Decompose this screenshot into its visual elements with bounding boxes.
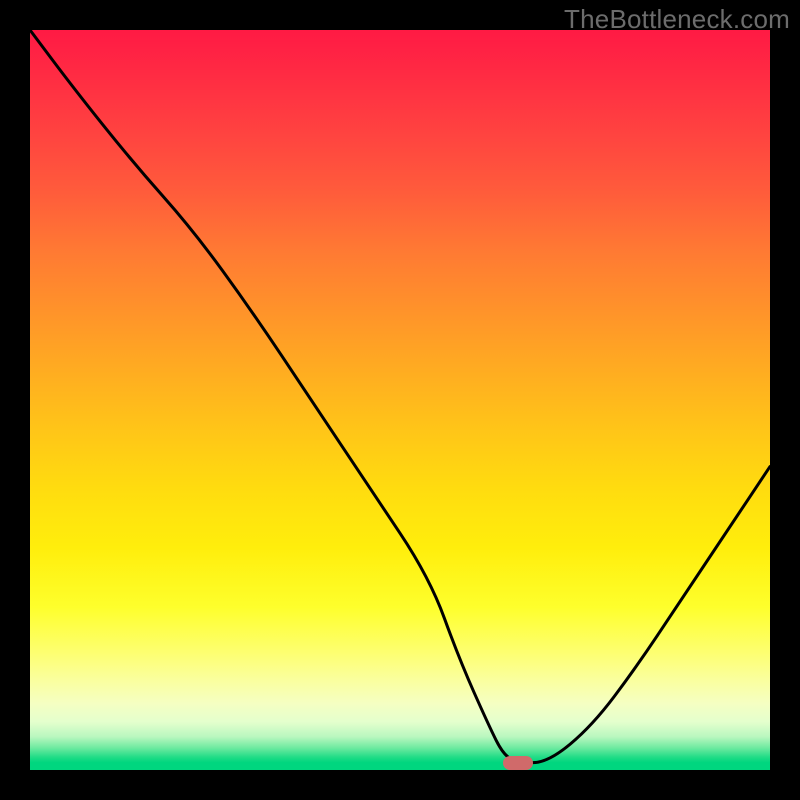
optimal-marker: [503, 756, 533, 770]
bottleneck-curve: [30, 30, 770, 770]
chart-area: [30, 30, 770, 770]
